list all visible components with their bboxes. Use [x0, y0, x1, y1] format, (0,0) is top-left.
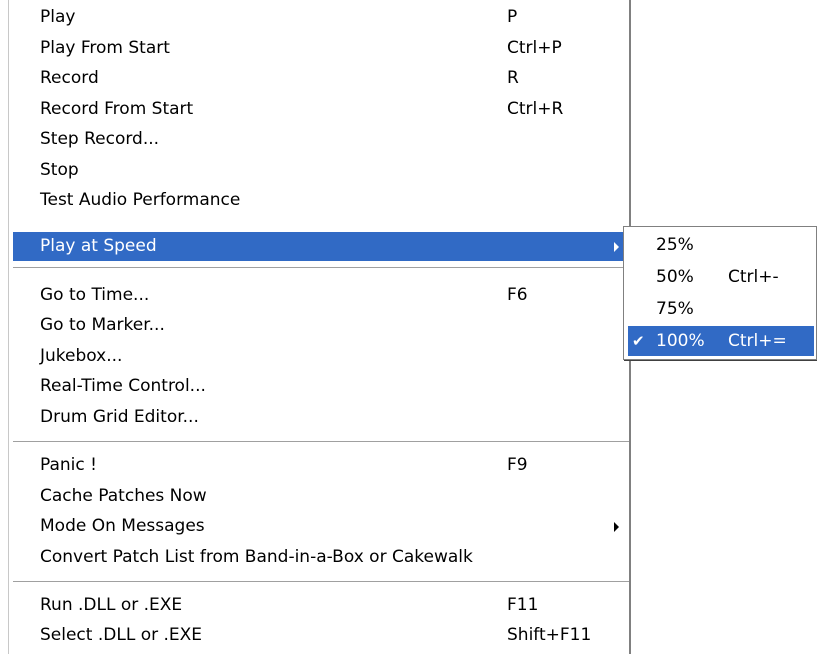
menu-item-label: Stop [40, 160, 79, 180]
menu-item-drum-grid-editor[interactable]: Drum Grid Editor... [13, 402, 629, 433]
speed-option-75[interactable]: 75% [628, 294, 814, 324]
menu-item-shortcut: F11 [507, 595, 539, 615]
speed-option-50[interactable]: 50% Ctrl+- [628, 262, 814, 292]
menu-item-play[interactable]: Play P [13, 2, 629, 33]
menu-item-label: Step Record... [40, 129, 160, 149]
menu-item-step-record[interactable]: Step Record... [13, 124, 629, 155]
menu-separator [13, 581, 629, 583]
menu-item-shortcut: P [507, 7, 518, 27]
menu-item-shortcut: F9 [507, 455, 528, 475]
submenu-arrow-icon [614, 242, 619, 252]
speed-option-label: 25% [656, 235, 694, 255]
menu-item-shortcut: Shift+F11 [507, 625, 592, 645]
menu-screen: Play P Play From Start Ctrl+P Record R R… [0, 0, 817, 654]
menu-item-label: Record [40, 68, 99, 88]
menu-item-label: Cache Patches Now [40, 486, 207, 506]
menu-item-real-time-control[interactable]: Real-Time Control... [13, 371, 629, 402]
menu-item-mode-on-messages[interactable]: Mode On Messages [13, 511, 629, 542]
menu-item-label: Mode On Messages [40, 516, 205, 536]
menu-item-label: Drum Grid Editor... [40, 407, 199, 427]
menu-item-shortcut: Ctrl+P [507, 38, 562, 58]
menu-item-label: Go to Marker... [40, 315, 165, 335]
speed-option-shortcut: Ctrl+- [728, 267, 779, 287]
menu-item-run-dll-exe[interactable]: Run .DLL or .EXE F11 [13, 590, 629, 621]
menu-item-play-from-start[interactable]: Play From Start Ctrl+P [13, 33, 629, 64]
speed-option-label: 50% [656, 267, 694, 287]
speed-option-shortcut: Ctrl+= [728, 331, 787, 351]
menu-item-label: Jukebox... [40, 346, 123, 366]
menu-item-play-at-speed[interactable]: Play at Speed [13, 232, 629, 261]
menu-item-stop[interactable]: Stop [13, 155, 629, 186]
transport-menu: Play P Play From Start Ctrl+P Record R R… [8, 0, 631, 654]
menu-item-label: Real-Time Control... [40, 376, 206, 396]
checkmark-icon: ✔ [632, 332, 645, 350]
menu-item-record[interactable]: Record R [13, 63, 629, 94]
menu-item-cache-patches-now[interactable]: Cache Patches Now [13, 481, 629, 512]
menu-item-label: Run .DLL or .EXE [40, 595, 183, 615]
play-at-speed-submenu: 25% 50% Ctrl+- 75% ✔ 100% Ctrl+= [623, 226, 817, 360]
menu-item-label: Play at Speed [40, 236, 157, 256]
menu-item-panic[interactable]: Panic ! F9 [13, 450, 629, 481]
speed-option-25[interactable]: 25% [628, 230, 814, 260]
menu-item-label: Test Audio Performance [40, 190, 241, 210]
menu-item-label: Record From Start [40, 99, 194, 119]
menu-item-shortcut: F6 [507, 285, 528, 305]
menu-item-select-dll-exe[interactable]: Select .DLL or .EXE Shift+F11 [13, 620, 629, 651]
menu-item-go-to-marker[interactable]: Go to Marker... [13, 310, 629, 341]
menu-item-record-from-start[interactable]: Record From Start Ctrl+R [13, 94, 629, 125]
speed-option-100[interactable]: ✔ 100% Ctrl+= [628, 326, 814, 356]
menu-separator [13, 441, 629, 443]
menu-item-shortcut: R [507, 68, 519, 88]
menu-item-label: Play [40, 7, 76, 27]
menu-item-convert-patch-list[interactable]: Convert Patch List from Band-in-a-Box or… [13, 542, 629, 573]
menu-separator [13, 267, 629, 269]
menu-item-label: Panic ! [40, 455, 97, 475]
menu-item-label: Go to Time... [40, 285, 150, 305]
submenu-arrow-icon [614, 522, 619, 532]
menu-item-jukebox[interactable]: Jukebox... [13, 341, 629, 372]
menu-item-shortcut: Ctrl+R [507, 99, 564, 119]
menu-item-label: Convert Patch List from Band-in-a-Box or… [40, 547, 473, 567]
menu-item-test-audio-performance[interactable]: Test Audio Performance [13, 185, 629, 216]
speed-option-label: 75% [656, 299, 694, 319]
menu-item-label: Play From Start [40, 38, 170, 58]
menu-item-label: Select .DLL or .EXE [40, 625, 203, 645]
speed-option-label: 100% [656, 331, 705, 351]
menu-item-go-to-time[interactable]: Go to Time... F6 [13, 280, 629, 311]
